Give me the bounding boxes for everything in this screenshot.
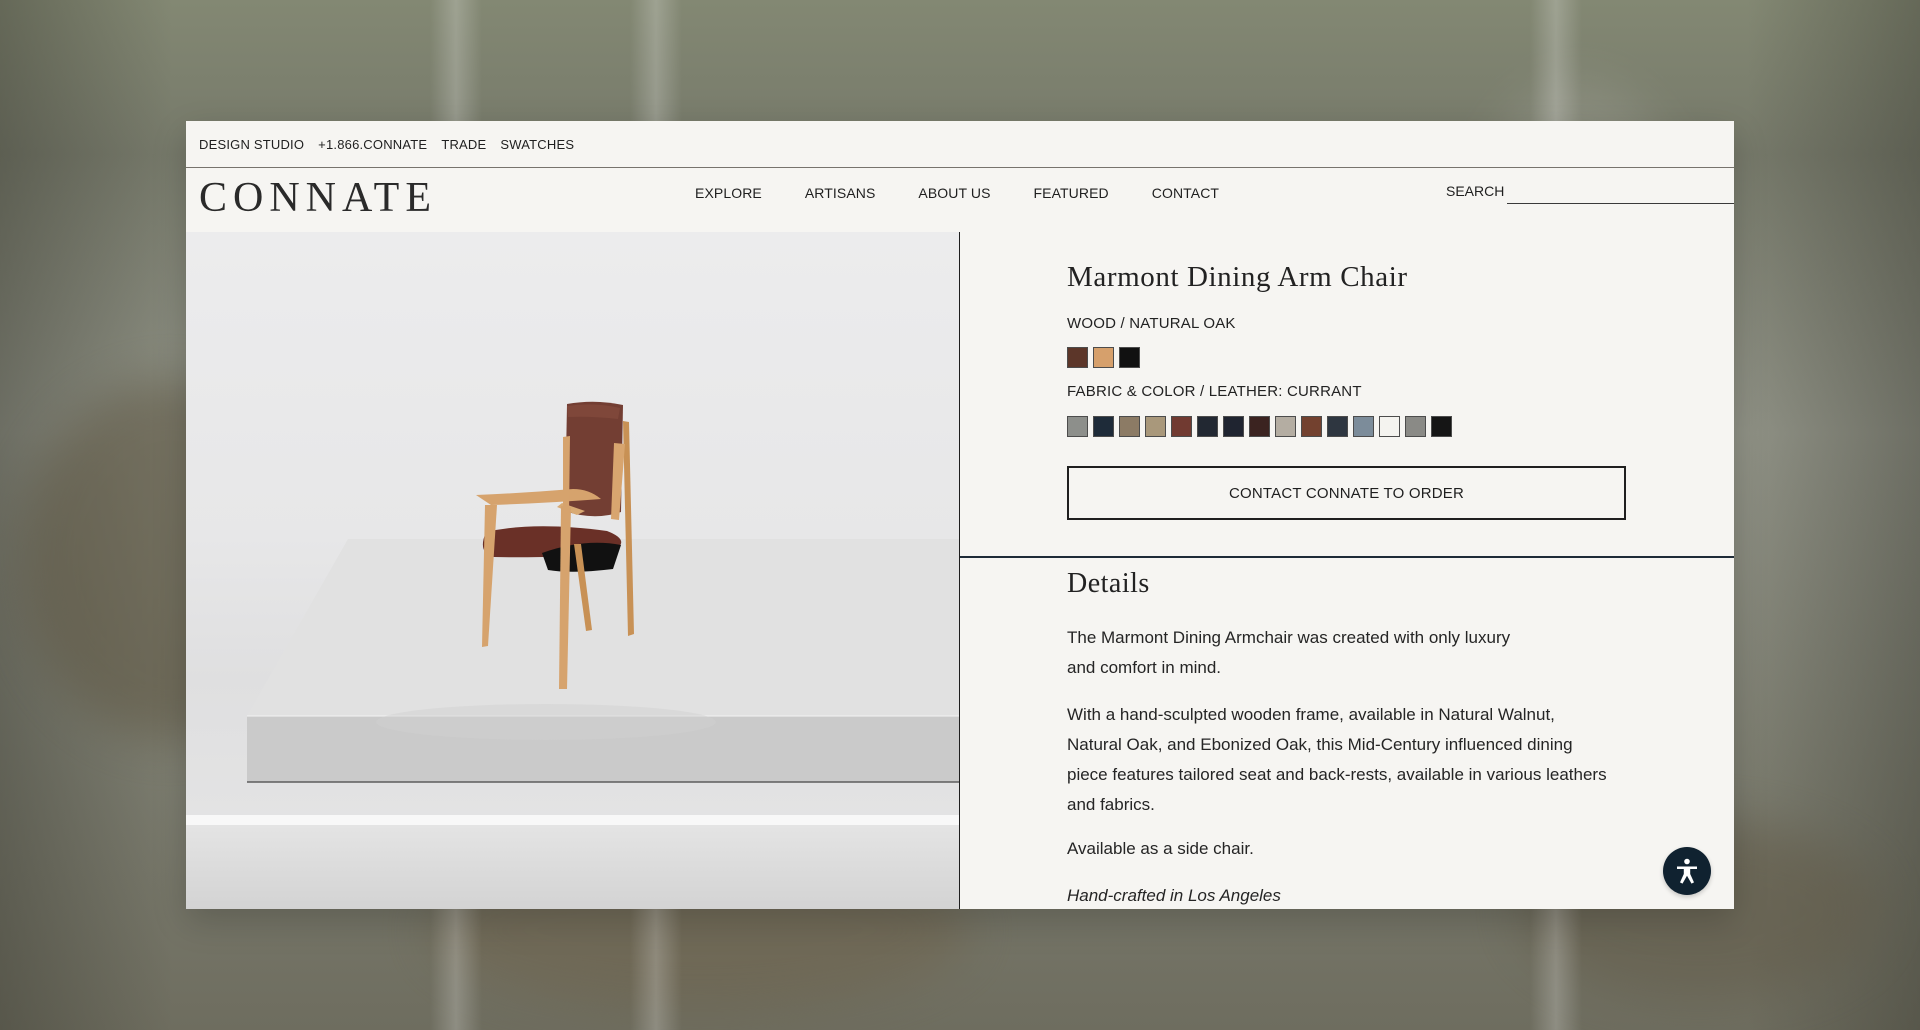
utility-bar: DESIGN STUDIO +1.866.CONNATE TRADE SWATC… <box>186 121 1734 168</box>
website-frame: DESIGN STUDIO +1.866.CONNATE TRADE SWATC… <box>186 121 1734 909</box>
fabric-swatch-2[interactable] <box>1093 416 1114 437</box>
product-image <box>186 232 959 909</box>
contact-to-order-button[interactable]: CONTACT CONNATE TO ORDER <box>1067 466 1626 520</box>
nav-about-us[interactable]: ABOUT US <box>918 185 990 201</box>
nav-contact[interactable]: CONTACT <box>1152 185 1219 201</box>
fabric-swatch-3[interactable] <box>1119 416 1140 437</box>
fabric-swatch-13[interactable] <box>1379 416 1400 437</box>
accessibility-button[interactable] <box>1663 847 1711 895</box>
utility-trade-link[interactable]: TRADE <box>441 137 486 152</box>
utility-phone-link[interactable]: +1.866.CONNATE <box>318 137 427 152</box>
accessibility-person-icon <box>1677 858 1697 884</box>
wood-swatch-2[interactable] <box>1093 347 1114 368</box>
site-header: CONNATE EXPLORE ARTISANS ABOUT US FEATUR… <box>186 169 1734 233</box>
details-paragraph: The Marmont Dining Armchair was created … <box>1067 628 1511 677</box>
wood-option-label: WOOD / NATURAL OAK <box>1067 315 1236 332</box>
fabric-swatch-11[interactable] <box>1327 416 1348 437</box>
fabric-swatches <box>1067 416 1452 437</box>
fabric-swatch-12[interactable] <box>1353 416 1374 437</box>
fabric-swatch-15[interactable] <box>1431 416 1452 437</box>
nav-explore[interactable]: EXPLORE <box>695 185 762 201</box>
details-origin: Hand-crafted in Los Angeles <box>1067 886 1281 905</box>
details-paragraph: With a hand-sculpted wooden frame, avail… <box>1067 705 1607 814</box>
nav-artisans[interactable]: ARTISANS <box>805 185 876 201</box>
details-title: Details <box>1067 568 1150 599</box>
wood-swatches <box>1067 347 1140 368</box>
image-divider <box>186 815 959 825</box>
chair-image <box>476 401 634 689</box>
main-navigation: EXPLORE ARTISANS ABOUT US FEATURED CONTA… <box>695 169 1219 217</box>
wood-swatch-3[interactable] <box>1119 347 1140 368</box>
fabric-swatch-5[interactable] <box>1171 416 1192 437</box>
fabric-swatch-8[interactable] <box>1249 416 1270 437</box>
fabric-swatch-7[interactable] <box>1223 416 1244 437</box>
fabric-swatch-1[interactable] <box>1067 416 1088 437</box>
secondary-image-preview <box>186 825 959 909</box>
fabric-swatch-9[interactable] <box>1275 416 1296 437</box>
product-title: Marmont Dining Arm Chair <box>1067 261 1408 293</box>
connate-logo[interactable]: CONNATE <box>199 169 437 227</box>
wood-swatch-1[interactable] <box>1067 347 1088 368</box>
search-input[interactable] <box>1507 178 1734 204</box>
product-info: Marmont Dining Arm Chair WOOD / NATURAL … <box>960 232 1734 557</box>
nav-featured[interactable]: FEATURED <box>1034 185 1109 201</box>
fabric-swatch-4[interactable] <box>1145 416 1166 437</box>
fabric-swatch-10[interactable] <box>1301 416 1322 437</box>
product-details: Details The Marmont Dining Armchair was … <box>960 558 1734 909</box>
utility-swatches-link[interactable]: SWATCHES <box>500 137 574 152</box>
fabric-swatch-14[interactable] <box>1405 416 1426 437</box>
search-label[interactable]: SEARCH <box>1446 183 1504 199</box>
fabric-option-label: FABRIC & COLOR / LEATHER: CURRANT <box>1067 383 1362 400</box>
details-paragraph: Available as a side chair. <box>1067 839 1254 858</box>
fabric-swatch-6[interactable] <box>1197 416 1218 437</box>
utility-design-studio-link[interactable]: DESIGN STUDIO <box>199 137 304 152</box>
